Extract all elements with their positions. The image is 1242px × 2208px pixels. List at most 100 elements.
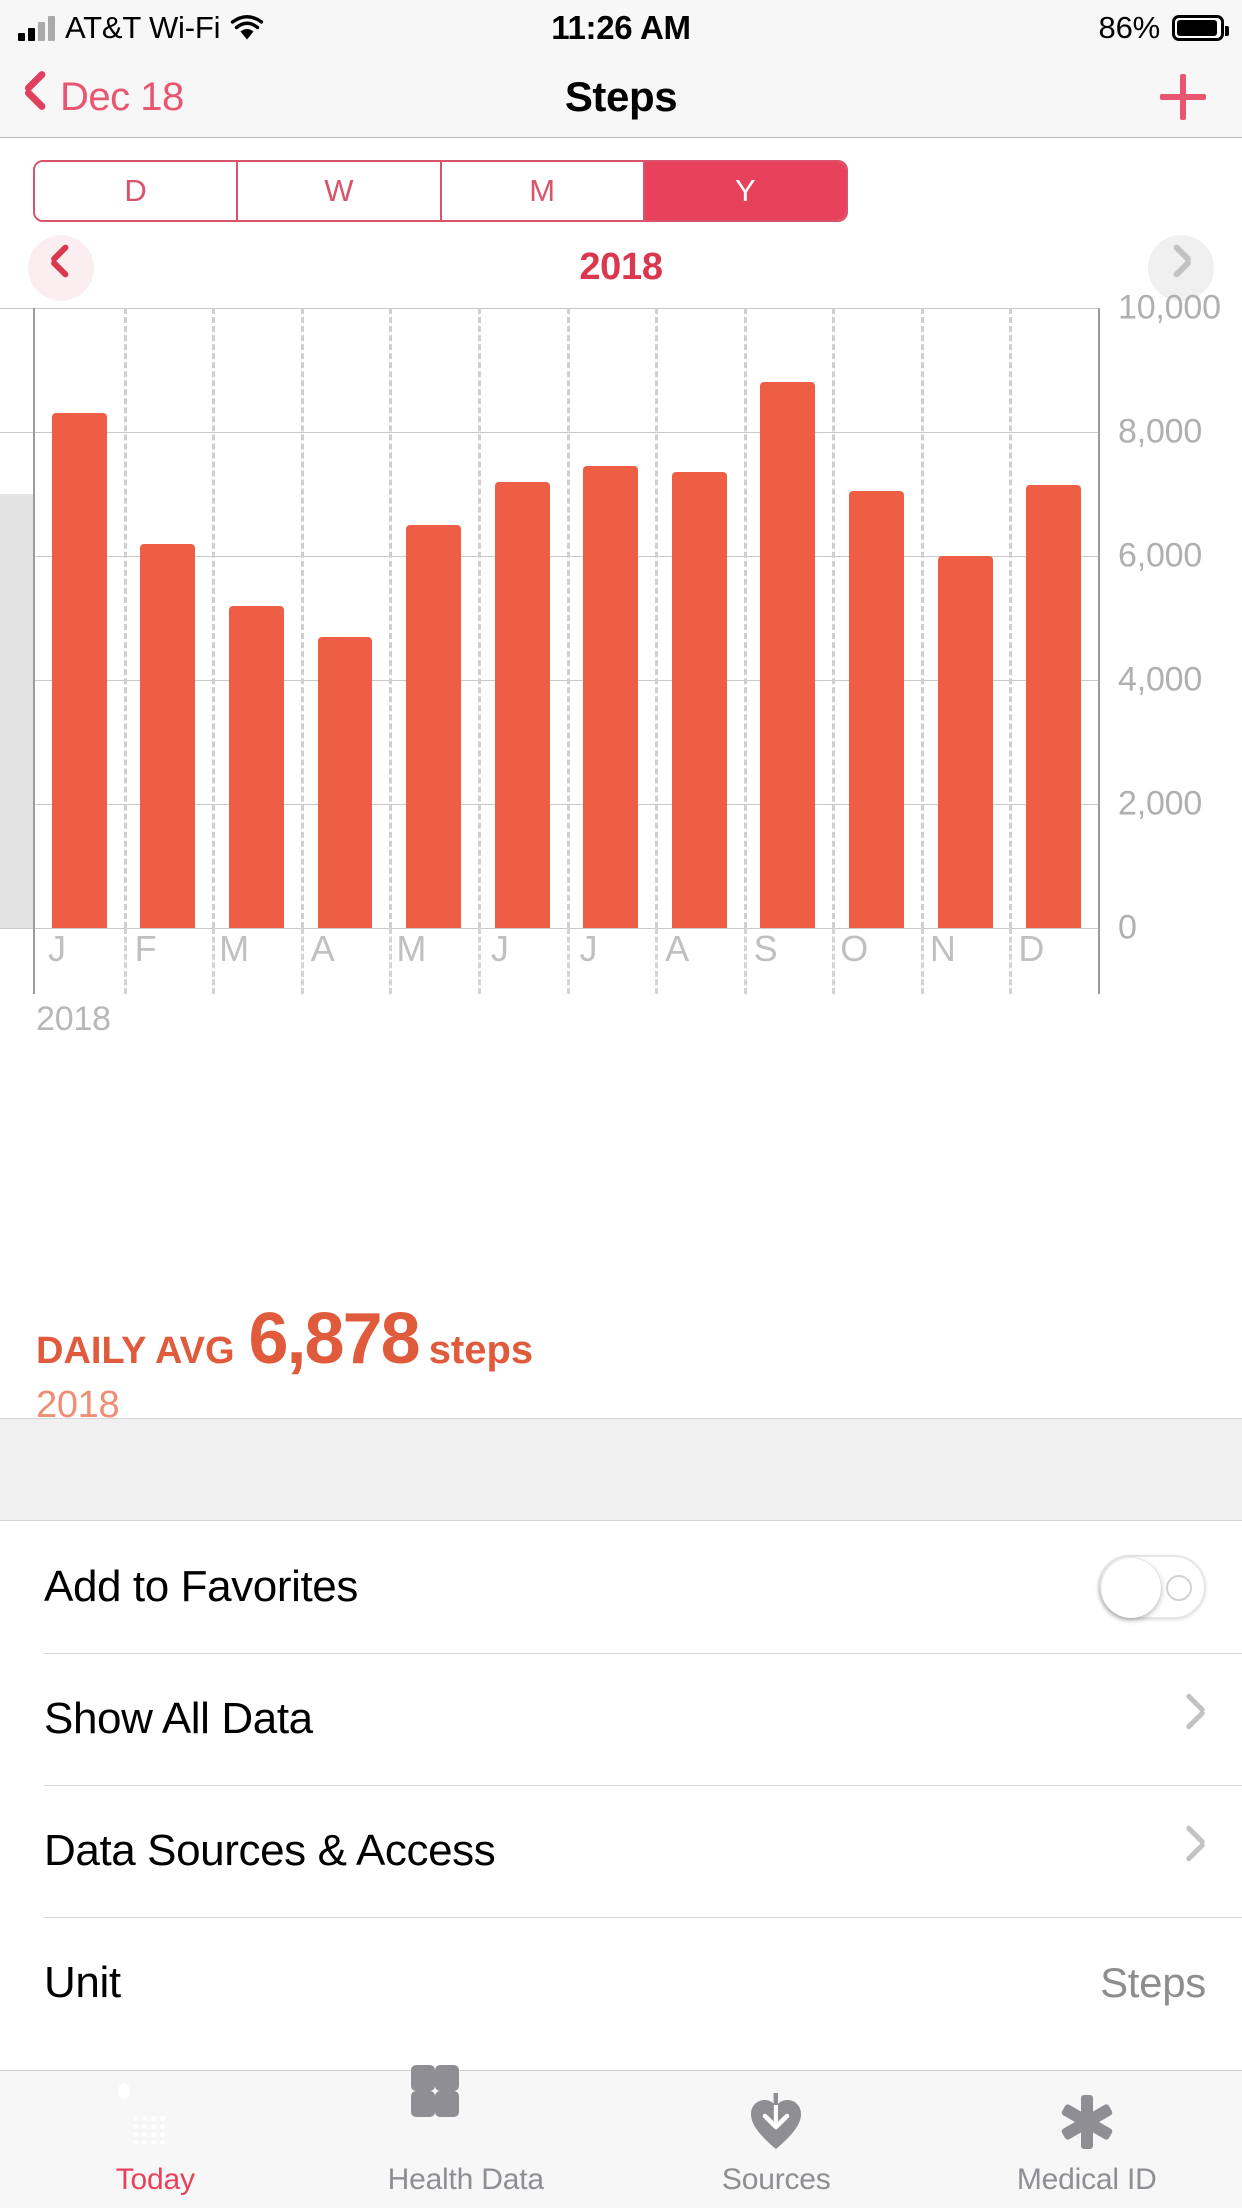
x-axis-month-divider: [212, 928, 216, 994]
settings-list: Add to Favorites Show All Data Data Sour…: [0, 1521, 1242, 2049]
chart-x-tick-label: J: [48, 928, 66, 969]
chart-y-tick-label: 10,000: [1118, 288, 1221, 327]
chart-month-divider: [389, 308, 393, 928]
chart-right-axis-line: [1098, 308, 1100, 928]
summary-main-row: DAILY AVG 6,878 steps: [36, 1298, 533, 1380]
chart-month-divider: [832, 308, 836, 928]
x-axis-right-edge: [1098, 928, 1100, 994]
row-unit[interactable]: Unit Steps: [0, 1917, 1242, 2049]
x-axis-month-divider: [566, 928, 570, 994]
x-axis-month-divider: [743, 928, 747, 994]
chevron-right-icon: [1188, 1701, 1206, 1737]
tab-label: Medical ID: [1016, 2162, 1157, 2196]
chart-bar[interactable]: [760, 382, 816, 928]
tab-health-data[interactable]: Health Data: [311, 2064, 622, 2208]
time-range-segmented-control[interactable]: D W M Y: [33, 160, 848, 222]
chart-gridline: [0, 432, 1100, 433]
x-axis-left-edge: [33, 928, 35, 994]
tab-sources[interactable]: Sources: [621, 2071, 932, 2208]
chart-x-tick-label: A: [665, 928, 690, 969]
chart-bar[interactable]: [849, 490, 904, 928]
chart-y-tick-label: 2,000: [1118, 784, 1203, 823]
chart-x-tick-label: F: [134, 928, 157, 969]
row-add-to-favorites[interactable]: Add to Favorites: [0, 1521, 1242, 1653]
chart-bar[interactable]: [494, 481, 550, 928]
calendar-icon: [118, 2082, 186, 2153]
chart-month-divider: [477, 308, 481, 928]
chart-y-tick-label: 6,000: [1118, 536, 1203, 575]
chart-bar[interactable]: [51, 413, 107, 928]
row-label: Unit: [44, 1958, 121, 2007]
battery-icon: [1172, 15, 1229, 41]
chart-month-divider: [655, 308, 659, 928]
status-bar-right: 86%: [1099, 10, 1229, 46]
toggle-knob: [1101, 1558, 1161, 1618]
chart-bar[interactable]: [140, 543, 196, 928]
chart-month-divider: [212, 308, 216, 928]
x-axis-month-divider: [920, 928, 924, 994]
toggle-off-ring-icon: [1166, 1575, 1192, 1601]
chart-month-divider: [123, 308, 127, 928]
chart-bar[interactable]: [583, 466, 639, 928]
chart-month-divider: [1009, 308, 1013, 928]
chevron-right-icon: [1171, 251, 1191, 285]
navigation-bar: Dec 18 Steps: [0, 56, 1242, 138]
add-data-button[interactable]: [1160, 56, 1206, 138]
status-bar-clock: 11:26 AM: [551, 9, 691, 46]
chart-bar[interactable]: [406, 525, 462, 928]
chart-x-axis: JFMAMJJASOND: [0, 928, 1242, 994]
chart-month-divider: [300, 308, 304, 928]
tab-bar: Today Health Data Sources Medical ID: [0, 2064, 1242, 2208]
chart-bar[interactable]: [228, 605, 284, 928]
summary-label: DAILY AVG: [36, 1330, 235, 1372]
x-axis-month-divider: [1009, 928, 1013, 994]
section-spacer: [0, 1418, 1242, 1521]
row-accessory: [1188, 1833, 1206, 1869]
chart-x-tick-label: S: [753, 928, 778, 969]
row-data-sources-and-access[interactable]: Data Sources & Access: [0, 1785, 1242, 1917]
x-axis-month-divider: [389, 928, 393, 994]
chart-y-axis-line: [33, 308, 35, 928]
summary-unit: steps: [428, 1328, 534, 1372]
heart-download-icon: [745, 2091, 807, 2153]
page-title: Steps: [564, 73, 678, 120]
segment-week[interactable]: W: [238, 162, 442, 220]
chart-x-tick-label: M: [396, 928, 427, 969]
unit-value: Steps: [1100, 1959, 1206, 2006]
tab-label: Today: [115, 2162, 195, 2196]
row-accessory: [1098, 1555, 1206, 1619]
chart-x-axis-year: 2018: [36, 1000, 111, 1038]
chart-bar[interactable]: [317, 636, 373, 928]
chart-bar[interactable]: [1026, 484, 1082, 928]
chart-y-tick-label: 4,000: [1118, 660, 1203, 699]
tab-medical-id[interactable]: Medical ID: [932, 2071, 1242, 2208]
period-navigator: 2018: [0, 232, 1242, 302]
steps-bar-chart[interactable]: 0 2,000 4,000 6,000 8,000 10,000: [0, 289, 1242, 947]
chart-bar-previous-period[interactable]: [0, 494, 34, 928]
chart-month-divider: [920, 308, 924, 928]
row-label: Add to Favorites: [44, 1562, 358, 1611]
chart-bar[interactable]: [671, 472, 727, 928]
chevron-right-icon: [1188, 1833, 1206, 1869]
favorites-toggle[interactable]: [1098, 1555, 1206, 1619]
chart-x-tick-label: J: [579, 928, 598, 969]
row-label: Show All Data: [44, 1694, 313, 1743]
chart-month-divider: [743, 308, 747, 928]
segment-day[interactable]: D: [35, 162, 239, 220]
row-show-all-data[interactable]: Show All Data: [0, 1653, 1242, 1785]
summary-value: 6,878: [248, 1299, 421, 1379]
segment-year[interactable]: Y: [644, 162, 846, 220]
tab-label: Sources: [721, 2162, 831, 2196]
chart-x-tick-label: D: [1018, 928, 1045, 969]
chart-y-tick-label: 8,000: [1118, 412, 1203, 451]
app-screen: AT&T Wi-Fi 11:26 AM 86% Dec 18 Steps D W…: [0, 0, 1242, 2208]
chart-x-tick-label: O: [840, 928, 869, 969]
x-axis-month-divider: [123, 928, 127, 994]
tab-today[interactable]: Today: [0, 2071, 311, 2208]
chart-gridline: [0, 308, 1100, 309]
row-label: Data Sources & Access: [44, 1826, 496, 1875]
chart-plot-area: [0, 308, 1242, 929]
chart-bar[interactable]: [937, 556, 993, 928]
grid-squares-icon: [410, 2064, 497, 2153]
segment-month[interactable]: M: [441, 162, 645, 220]
